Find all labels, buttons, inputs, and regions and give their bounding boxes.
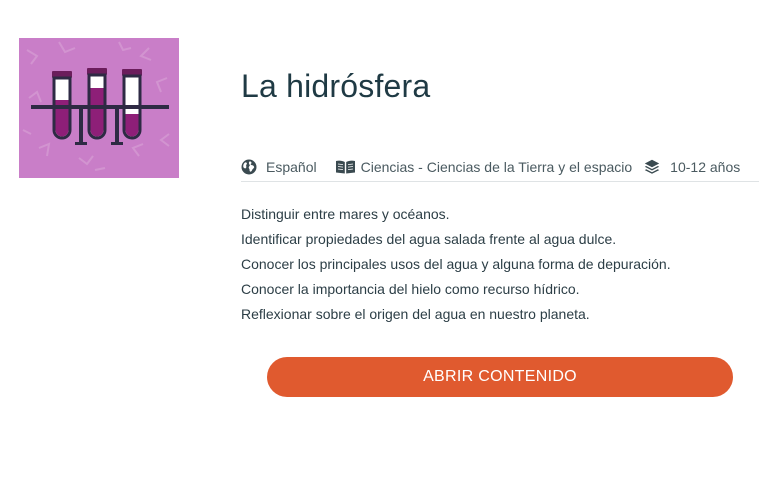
objective-item: Distinguir entre mares y océanos.	[241, 206, 450, 222]
meta-age-text: 10-12 años	[670, 159, 741, 175]
open-content-button[interactable]: ABRIR CONTENIDO	[267, 357, 733, 397]
objective-item: Conocer los principales usos del agua y …	[241, 256, 671, 272]
objective-item: Identificar propiedades del agua salada …	[241, 231, 617, 247]
meta-language-text: Español	[266, 159, 317, 175]
objectives-list: Distinguir entre mares y océanos. Identi…	[241, 204, 671, 329]
test-tubes-rack-icon	[22, 41, 170, 171]
resource-meta: Español Ciencias - Ciencias de la Tierra…	[241, 153, 759, 182]
meta-age: 10-12 años	[644, 159, 740, 175]
open-book-icon	[335, 160, 355, 174]
meta-subject: Ciencias - Ciencias de la Tierra y el es…	[335, 159, 633, 175]
resource-title: La hidrósfera	[241, 68, 431, 104]
meta-language: Español	[241, 159, 317, 175]
meta-subject-text: Ciencias - Ciencias de la Tierra y el es…	[360, 159, 633, 175]
layers-icon	[644, 159, 660, 174]
globe-icon	[241, 159, 257, 175]
objective-item: Reflexionar sobre el origen del agua en …	[241, 306, 590, 322]
resource-thumbnail	[19, 38, 179, 178]
objective-item: Conocer la importancia del hielo como re…	[241, 281, 580, 297]
